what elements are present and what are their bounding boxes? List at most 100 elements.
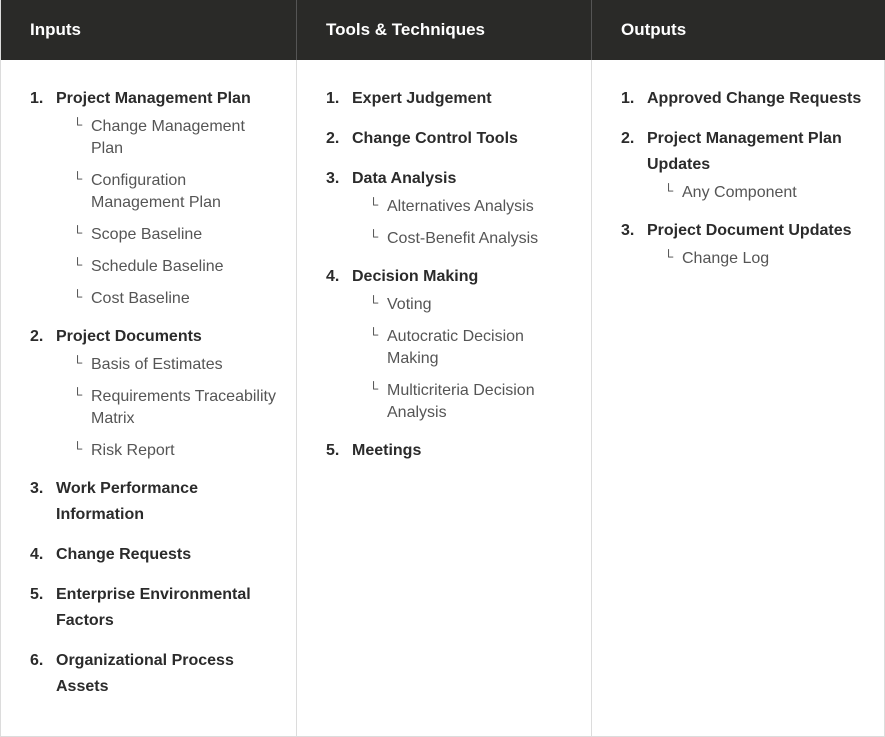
item-number: 5. [30,586,44,603]
item-row: 5. Enterprise Environmental Factors [30,582,276,634]
item-row: 1. Expert Judgement [326,86,571,112]
item-row: 3. Data Analysis [326,166,571,192]
sub-list-item: └ Change Management Plan [73,116,276,160]
item-number: 1. [326,90,340,107]
corner-bullet-icon: └ [73,171,83,186]
sub-list-item: └ Basis of Estimates [73,354,276,376]
item-number: 4. [30,546,44,563]
header-label: Inputs [30,20,81,39]
sub-item-label: Requirements Traceability Matrix [91,388,276,427]
corner-bullet-icon: └ [73,355,83,370]
sub-item-label: Change Log [682,250,770,267]
header-label: Tools & Techniques [326,20,485,39]
outputs-column: 1. Approved Change Requests 2. Project Mana… [591,60,885,737]
sub-item-label: Voting [387,296,432,313]
sub-item-label: Change Management Plan [91,118,245,157]
item-label: Enterprise Environmental Factors [56,586,251,629]
item-label: Data Analysis [352,170,457,187]
item-label: Organizational Process Assets [56,652,234,695]
item-row: 2. Project Management Plan Updates [621,126,866,178]
sub-list: └ Voting └ Autocratic Decision Making └ Multi… [326,294,571,424]
list-item: 5. Enterprise Environmental Factors [30,582,276,634]
sub-list: └ Change Log [621,248,866,270]
list-item: 6. Organizational Process Assets [30,648,276,700]
item-label: Project Management Plan [56,90,251,107]
list-item: 2. Project Management Plan Updates └ Any Co… [621,126,866,204]
item-number: 2. [326,130,340,147]
column-header-inputs: Inputs [1,0,296,60]
inputs-column: 1. Project Management Plan └ Change Managem… [1,60,296,737]
corner-bullet-icon: └ [369,327,379,342]
item-label: Change Requests [56,546,192,563]
item-label: Project Document Updates [647,222,852,239]
item-number: 3. [30,480,44,497]
corner-bullet-icon: └ [73,387,83,402]
corner-bullet-icon: └ [369,381,379,396]
sub-item-label: Multicriteria Decision Analysis [387,382,535,421]
item-number: 1. [30,90,44,107]
sub-list-item: └ Schedule Baseline [73,256,276,278]
sub-item-label: Schedule Baseline [91,258,224,275]
item-row: 2. Change Control Tools [326,126,571,152]
list-item: 3. Data Analysis └ Alternatives Analysis └ Co… [326,166,571,250]
sub-list-item: └ Scope Baseline [73,224,276,246]
itto-table: Inputs Tools & Techniques Outputs 1. Proj… [0,0,885,737]
sub-list-item: └ Risk Report [73,440,276,462]
item-number: 6. [30,652,44,669]
item-row: 1. Approved Change Requests [621,86,866,112]
item-label: Project Management Plan Updates [647,130,842,173]
list-item: 4. Change Requests [30,542,276,568]
sub-item-label: Autocratic Decision Making [387,328,524,367]
sub-list-item: └ Any Component [664,182,866,204]
item-row: 5. Meetings [326,438,571,464]
list-item: 4. Decision Making └ Voting └ Autocratic Deci… [326,264,571,424]
sub-item-label: Any Component [682,184,797,201]
item-label: Work Performance Information [56,480,198,523]
item-label: Project Documents [56,328,202,345]
item-row: 4. Change Requests [30,542,276,568]
list-item: 3. Work Performance Information [30,476,276,528]
sub-list-item: └ Cost Baseline [73,288,276,310]
corner-bullet-icon: └ [664,249,674,264]
column-header-outputs: Outputs [591,0,885,60]
list-item: 2. Change Control Tools [326,126,571,152]
sub-list-item: └ Alternatives Analysis [369,196,571,218]
list-item: 1. Expert Judgement [326,86,571,112]
list-item: 1. Project Management Plan └ Change Managem… [30,86,276,310]
item-label: Change Control Tools [352,130,518,147]
sub-list-item: └ Requirements Traceability Matrix [73,386,276,430]
corner-bullet-icon: └ [369,295,379,310]
corner-bullet-icon: └ [73,441,83,456]
sub-list-item: └ Multicriteria Decision Analysis [369,380,571,424]
item-row: 3. Work Performance Information [30,476,276,528]
item-number: 1. [621,90,635,107]
item-number: 2. [30,328,44,345]
sub-item-label: Cost Baseline [91,290,190,307]
corner-bullet-icon: └ [369,229,379,244]
item-row: 6. Organizational Process Assets [30,648,276,700]
item-label: Expert Judgement [352,90,492,107]
item-row: 4. Decision Making [326,264,571,290]
item-label: Meetings [352,442,422,459]
sub-list: └ Alternatives Analysis └ Cost-Benefit Anal… [326,196,571,250]
sub-list: └ Any Component [621,182,866,204]
item-label: Decision Making [352,268,479,285]
sub-list: └ Change Management Plan └ Configuration Ma… [30,116,276,310]
corner-bullet-icon: └ [73,257,83,272]
sub-item-label: Alternatives Analysis [387,198,534,215]
sub-item-label: Scope Baseline [91,226,203,243]
item-number: 3. [621,222,635,239]
item-row: 3. Project Document Updates [621,218,866,244]
tools-column: 1. Expert Judgement 2. Change Control Tools… [296,60,591,737]
item-label: Approved Change Requests [647,90,862,107]
item-number: 5. [326,442,340,459]
sub-item-label: Cost-Benefit Analysis [387,230,539,247]
corner-bullet-icon: └ [73,117,83,132]
sub-item-label: Risk Report [91,442,175,459]
item-row: 2. Project Documents [30,324,276,350]
corner-bullet-icon: └ [369,197,379,212]
sub-list-item: └ Configuration Management Plan [73,170,276,214]
corner-bullet-icon: └ [73,289,83,304]
item-number: 3. [326,170,340,187]
list-item: 5. Meetings [326,438,571,464]
